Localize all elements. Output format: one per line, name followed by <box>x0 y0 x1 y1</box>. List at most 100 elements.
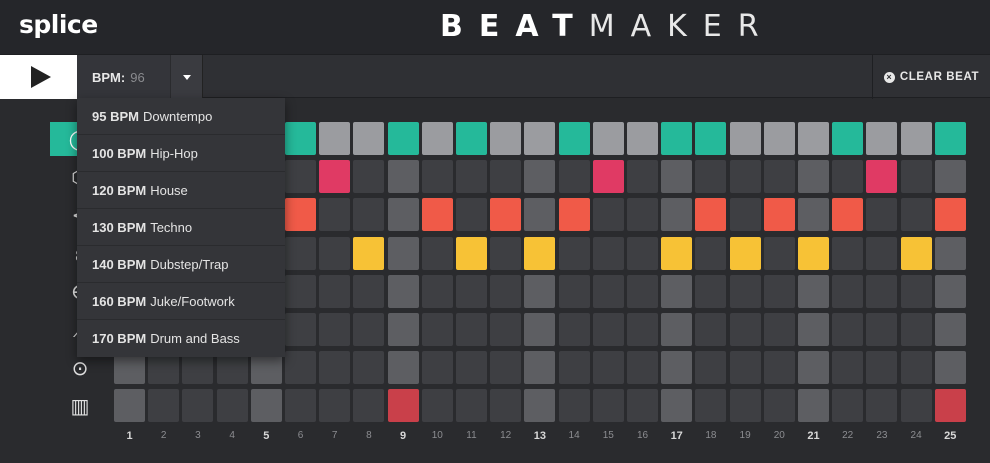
step-cell[interactable] <box>558 122 590 155</box>
step-cell[interactable] <box>798 274 829 308</box>
step-cell[interactable] <box>490 160 522 194</box>
step-cell[interactable] <box>524 160 556 194</box>
step-cell[interactable] <box>866 389 898 423</box>
bpm-menu-item[interactable]: 130 BPM Techno <box>77 209 285 246</box>
step-cell[interactable] <box>627 236 658 270</box>
step-cell[interactable] <box>319 274 351 308</box>
step-cell[interactable] <box>353 351 385 385</box>
bpm-menu-item[interactable]: 95 BPM Downtempo <box>77 98 285 135</box>
step-cell[interactable] <box>387 389 419 423</box>
step-cell[interactable] <box>285 160 316 194</box>
step-cell[interactable] <box>387 274 419 308</box>
step-cell[interactable] <box>387 236 419 270</box>
step-cell[interactable] <box>900 274 932 308</box>
step-cell[interactable] <box>763 351 795 385</box>
step-cell[interactable] <box>729 313 761 346</box>
step-cell[interactable] <box>592 198 624 232</box>
step-cell[interactable] <box>285 313 316 346</box>
step-cell[interactable] <box>695 198 727 232</box>
step-cell[interactable] <box>353 236 385 270</box>
step-cell[interactable] <box>592 351 624 385</box>
step-cell[interactable] <box>524 351 556 385</box>
step-cell[interactable] <box>763 122 795 155</box>
step-cell[interactable] <box>421 389 453 423</box>
step-cell[interactable] <box>866 313 898 346</box>
step-cell[interactable] <box>866 122 898 155</box>
step-cell[interactable] <box>319 351 351 385</box>
bpm-menu-item[interactable]: 120 BPM House <box>77 172 285 209</box>
step-cell[interactable] <box>592 313 624 346</box>
step-cell[interactable] <box>661 198 693 232</box>
step-cell[interactable] <box>695 122 727 155</box>
step-cell[interactable] <box>285 389 316 423</box>
step-cell[interactable] <box>627 198 658 232</box>
step-cell[interactable] <box>524 198 556 232</box>
step-cell[interactable] <box>627 351 658 385</box>
step-cell[interactable] <box>387 313 419 346</box>
step-cell[interactable] <box>319 198 351 232</box>
step-cell[interactable] <box>558 236 590 270</box>
step-cell[interactable] <box>456 160 487 194</box>
step-cell[interactable] <box>763 236 795 270</box>
step-cell[interactable] <box>592 236 624 270</box>
step-cell[interactable] <box>832 351 864 385</box>
step-cell[interactable] <box>627 122 658 155</box>
step-cell[interactable] <box>729 122 761 155</box>
step-cell[interactable] <box>558 351 590 385</box>
step-cell[interactable] <box>763 198 795 232</box>
bpm-menu-item[interactable]: 170 BPM Drum and Bass <box>77 320 285 357</box>
step-cell[interactable] <box>592 274 624 308</box>
step-cell[interactable] <box>456 351 487 385</box>
step-cell[interactable] <box>832 122 864 155</box>
step-cell[interactable] <box>798 351 829 385</box>
step-cell[interactable] <box>490 274 522 308</box>
step-cell[interactable] <box>763 389 795 423</box>
step-cell[interactable] <box>456 313 487 346</box>
step-cell[interactable] <box>558 389 590 423</box>
step-cell[interactable] <box>353 389 385 423</box>
step-cell[interactable] <box>421 274 453 308</box>
step-cell[interactable] <box>695 389 727 423</box>
step-cell[interactable] <box>592 389 624 423</box>
step-cell[interactable] <box>456 198 487 232</box>
step-cell[interactable] <box>490 236 522 270</box>
step-cell[interactable] <box>353 198 385 232</box>
step-cell[interactable] <box>558 313 590 346</box>
step-cell[interactable] <box>285 198 316 232</box>
step-cell[interactable] <box>421 198 453 232</box>
step-cell[interactable] <box>900 389 932 423</box>
step-cell[interactable] <box>592 122 624 155</box>
step-cell[interactable] <box>319 122 351 155</box>
step-cell[interactable] <box>763 313 795 346</box>
splice-logo[interactable]: splice <box>19 10 98 39</box>
step-cell[interactable] <box>900 313 932 346</box>
step-cell[interactable] <box>216 389 248 423</box>
step-cell[interactable] <box>319 313 351 346</box>
step-cell[interactable] <box>934 236 966 270</box>
step-cell[interactable] <box>558 160 590 194</box>
step-cell[interactable] <box>832 313 864 346</box>
step-cell[interactable] <box>319 160 351 194</box>
step-cell[interactable] <box>934 389 966 423</box>
step-cell[interactable] <box>627 389 658 423</box>
step-cell[interactable] <box>695 160 727 194</box>
step-cell[interactable] <box>729 389 761 423</box>
step-cell[interactable] <box>353 313 385 346</box>
step-cell[interactable] <box>114 389 145 423</box>
step-cell[interactable] <box>490 351 522 385</box>
step-cell[interactable] <box>592 160 624 194</box>
step-cell[interactable] <box>421 313 453 346</box>
step-cell[interactable] <box>353 122 385 155</box>
step-cell[interactable] <box>763 160 795 194</box>
step-cell[interactable] <box>934 351 966 385</box>
step-cell[interactable] <box>729 198 761 232</box>
step-cell[interactable] <box>900 351 932 385</box>
step-cell[interactable] <box>627 160 658 194</box>
step-cell[interactable] <box>900 198 932 232</box>
step-cell[interactable] <box>456 236 487 270</box>
step-cell[interactable] <box>661 236 693 270</box>
step-cell[interactable] <box>456 389 487 423</box>
step-cell[interactable] <box>558 274 590 308</box>
step-cell[interactable] <box>661 274 693 308</box>
instrument-keys[interactable]: ▥ <box>50 389 110 423</box>
